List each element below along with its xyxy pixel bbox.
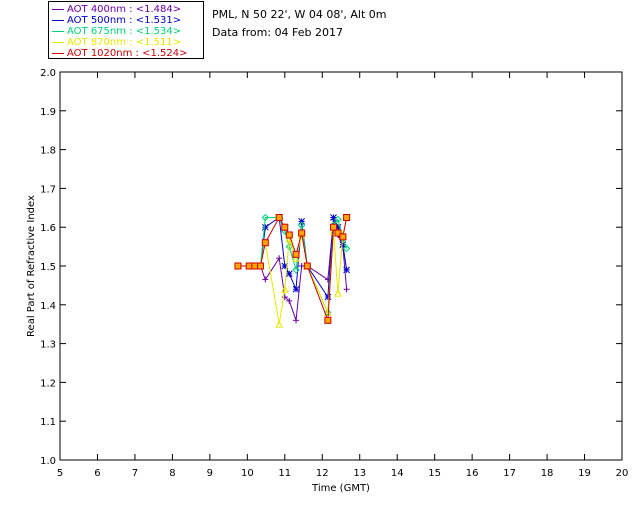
data-point: [234, 262, 242, 270]
data-point: [262, 276, 269, 283]
data-point: [324, 293, 332, 301]
data-point: [281, 223, 289, 231]
y-tick-label: 1.7: [40, 184, 56, 195]
x-tick-label: 19: [578, 468, 591, 479]
data-point: [275, 214, 283, 221]
data-point: [298, 218, 306, 225]
x-tick-label: 14: [391, 468, 404, 479]
data-point: [256, 262, 264, 270]
x-tick-label: 5: [57, 468, 63, 479]
x-tick-label: 9: [207, 468, 213, 479]
y-axis-title: Real Part of Refractive Index: [26, 195, 37, 337]
x-tick-label: 17: [503, 468, 516, 479]
data-point: [261, 223, 269, 231]
x-tick-label: 13: [353, 468, 366, 479]
y-tick-label: 1.9: [40, 107, 56, 118]
data-point: [330, 223, 338, 231]
data-point: [293, 317, 300, 324]
data-point: [251, 262, 259, 270]
x-tick-label: 11: [278, 468, 291, 479]
series-layer: [234, 213, 351, 328]
data-point: [324, 316, 332, 324]
data-point: [339, 233, 347, 241]
data-point: [276, 255, 283, 262]
y-tick-label: 1.2: [40, 378, 56, 389]
x-tick-label: 7: [132, 468, 138, 479]
data-point: [343, 266, 350, 274]
y-tick-label: 1.3: [40, 340, 56, 351]
x-tick-labels: 5 6 7 8 9 10 11 12 13 14 15 16 17 18 19 20: [57, 468, 629, 479]
x-tick-label: 8: [169, 468, 175, 479]
y-tick-label: 1.6: [40, 223, 56, 234]
x-tick-label: 16: [466, 468, 479, 479]
y-tick-label: 1.4: [40, 301, 56, 312]
data-point: [261, 239, 269, 247]
data-point: [245, 262, 253, 270]
data-point: [343, 214, 351, 221]
y-tick-label: 1.0: [40, 456, 56, 467]
x-tick-label: 6: [94, 468, 100, 479]
data-point: [298, 229, 306, 237]
plot-area: [59, 71, 623, 461]
x-tick-label: 12: [316, 468, 329, 479]
y-tick-label: 1.8: [40, 146, 56, 157]
y-tick-label: 2.0: [40, 68, 56, 79]
x-tick-label: 15: [428, 468, 441, 479]
y-tick-label: 1.5: [40, 262, 56, 273]
data-point: [343, 286, 350, 293]
data-point: [303, 262, 311, 270]
chart: 5 6 7 8 9 10 11 12 13 14 15 16 17 18 19 20 1.0 1.1 1.2 1.3…: [26, 68, 629, 494]
x-tick-label: 20: [616, 468, 629, 479]
data-point: [292, 250, 300, 258]
x-tick-label: 18: [541, 468, 554, 479]
data-point: [292, 285, 300, 293]
x-tick-label: 10: [241, 468, 254, 479]
y-tick-labels: 1.0 1.1 1.2 1.3 1.4 1.5 1.6 1.7 1.8 1.9 2.0: [40, 68, 56, 467]
axis-ticks: [59, 71, 623, 461]
y-tick-label: 1.1: [40, 417, 56, 428]
data-point: [285, 270, 293, 278]
data-point: [285, 231, 293, 239]
x-axis-title: Time (GMT): [311, 483, 370, 494]
